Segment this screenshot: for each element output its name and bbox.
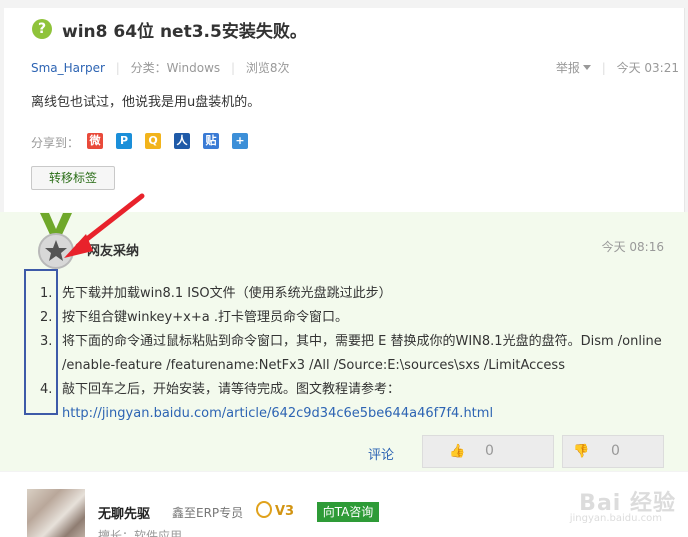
qq-space-icon[interactable]: Q: [145, 133, 161, 149]
answer-steps: 1. 先下载并加载win8.1 ISO文件（使用系统光盘跳过此步） 2. 按下组…: [40, 282, 682, 426]
step-text: 将下面的命令通过鼠标粘贴到命令窗口，其中，需要把 E 替换成你的WIN8.1光盘…: [62, 334, 662, 373]
user-level: V3: [275, 504, 295, 519]
tieba-icon[interactable]: 贴: [203, 133, 219, 149]
report-dropdown[interactable]: 举报: [556, 61, 591, 75]
question-meta: Sma_Harper | 分类：Windows | 浏览8次: [31, 59, 290, 76]
watermark-url: jingyan.baidu.com: [569, 513, 662, 524]
weibo-icon[interactable]: 微: [87, 133, 103, 149]
answerer-name[interactable]: 无聊先驱: [98, 503, 150, 522]
chevron-down-icon: [582, 65, 591, 70]
step-text: 按下组合键winkey+x+a .打卡管理员命令窗口。: [62, 310, 348, 325]
question-mark-icon: ?: [32, 19, 52, 39]
thumbs-down-icon: 👎: [573, 444, 590, 459]
step-text: 先下载并加载win8.1 ISO文件（使用系统光盘跳过此步）: [62, 286, 392, 301]
asker-username[interactable]: Sma_Harper: [31, 61, 105, 75]
answer-step: 4. 敲下回车之后，开始安装，请等待完成。图文教程请参考：http://jing…: [40, 378, 682, 426]
answerer-title: 鑫至ERP专员: [172, 506, 244, 520]
qzone-p-icon[interactable]: P: [116, 133, 132, 149]
share-label: 分享到：: [31, 136, 80, 150]
meta-divider: |: [115, 61, 120, 75]
report-label: 举报: [555, 61, 580, 75]
answer-step: 1. 先下载并加载win8.1 ISO文件（使用系统光盘跳过此步）: [40, 282, 682, 306]
question-views: 浏览8次: [245, 61, 290, 75]
plus-icon[interactable]: +: [232, 133, 248, 149]
answer-step: 2. 按下组合键winkey+x+a .打卡管理员命令窗口。: [40, 306, 682, 330]
question-meta-right: 举报 | 今天 03:21: [556, 59, 679, 76]
question-description: 离线包也试过，他说我是用u盘装机的。: [31, 95, 261, 110]
answerer-specialty: 擅长：软件应用: [98, 529, 183, 537]
downvote-button[interactable]: 👎 0: [562, 435, 664, 468]
thumbs-up-icon: 👍: [449, 444, 466, 459]
share-icons: 微 P Q 人贴 +: [87, 133, 261, 152]
renren-icon[interactable]: 人: [174, 133, 190, 149]
answer-step: 3. 将下面的命令通过鼠标粘贴到命令窗口，其中，需要把 E 替换成你的WIN8.…: [40, 330, 682, 378]
upvote-count: 0: [485, 443, 494, 459]
meta-divider: |: [231, 61, 236, 75]
move-tag-button[interactable]: 转移标签: [31, 166, 115, 190]
tutorial-link[interactable]: http://jingyan.baidu.com/article/642c9d3…: [62, 406, 493, 421]
upvote-button[interactable]: 👍 0: [422, 435, 554, 468]
step-text: 敲下回车之后，开始安装，请等待完成。图文教程请参考：: [62, 382, 401, 397]
comment-link[interactable]: 评论: [368, 444, 394, 463]
downvote-count: 0: [611, 443, 620, 459]
question-category[interactable]: 分类：Windows: [131, 61, 221, 75]
baidu-jingyan-watermark: Bai 经验 jingyan.baidu.com: [514, 485, 684, 527]
consult-button[interactable]: 向TA咨询: [317, 502, 379, 522]
meta-divider: |: [601, 61, 606, 75]
level-medal-icon: [256, 501, 272, 518]
page: ? win8 64位 net3.5安装失败。 Sma_Harper | 分类：W…: [0, 0, 688, 537]
question-title: win8 64位 net3.5安装失败。: [62, 22, 307, 42]
answer-time: 今天 08:16: [601, 240, 664, 254]
user-level-badge: V3: [256, 501, 294, 519]
avatar[interactable]: [27, 489, 85, 537]
highlight-box: [24, 269, 58, 415]
question-time: 今天 03:21: [616, 61, 679, 75]
arrow-icon: [64, 193, 145, 258]
